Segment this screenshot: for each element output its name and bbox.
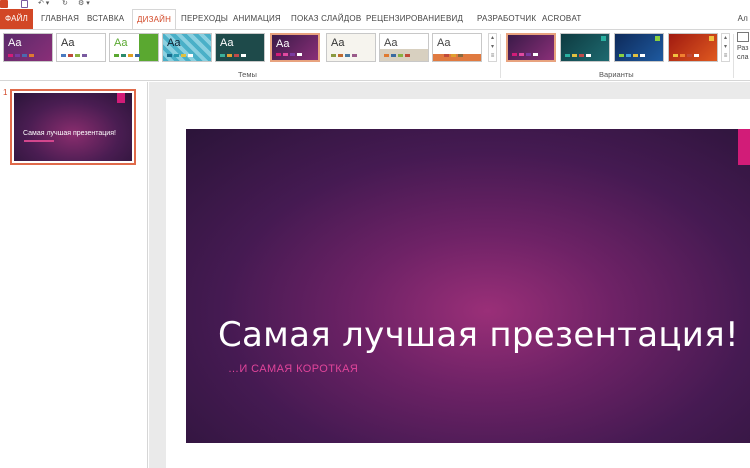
theme-glyph: Aa xyxy=(220,37,234,49)
group-divider xyxy=(500,34,501,78)
themes-group-label: Темы xyxy=(238,70,257,79)
undo-icon[interactable]: ↶ ▾ xyxy=(38,0,49,8)
redo-icon[interactable]: ↻ xyxy=(62,0,68,8)
theme-thumb-3[interactable]: Aa xyxy=(109,33,159,62)
slides-panel: 1 Самая лучшая презентация! xyxy=(0,82,148,468)
tab-design[interactable]: ДИЗАЙН xyxy=(132,9,177,29)
group-divider xyxy=(733,34,734,78)
theme-thumb-8[interactable]: Aa xyxy=(379,33,429,62)
theme-thumb-1[interactable]: Aa xyxy=(3,33,53,62)
theme-glyph: Aa xyxy=(114,37,128,49)
theme-color-bars xyxy=(331,54,357,57)
variant-thumb-3[interactable] xyxy=(614,33,664,62)
tab-acrobat[interactable]: ACROBAT xyxy=(542,9,581,29)
variant-thumb-1-selected[interactable] xyxy=(506,33,556,62)
theme-color-bars xyxy=(437,54,463,57)
theme-glyph: Aa xyxy=(8,37,22,49)
slide-number: 1 xyxy=(3,88,8,97)
theme-thumb-7[interactable]: Aa xyxy=(326,33,376,62)
theme-color-bars xyxy=(167,54,193,57)
variant-corner xyxy=(601,36,606,41)
theme-glyph: Aa xyxy=(61,37,75,49)
ribbon-tabs: ФАЙЛ ГЛАВНАЯ ВСТАВКА ДИЗАЙН ПЕРЕХОДЫ АНИ… xyxy=(0,9,750,29)
variant-thumb-4[interactable] xyxy=(668,33,718,62)
theme-color-bars xyxy=(220,54,246,57)
account-name[interactable]: Ал xyxy=(738,9,748,29)
tab-home[interactable]: ГЛАВНАЯ xyxy=(41,9,79,29)
theme-color-bars xyxy=(384,54,410,57)
slide-size-button[interactable]: Раз сла xyxy=(737,32,750,68)
slide-thumbnail-background: Самая лучшая презентация! xyxy=(14,93,132,161)
tab-transitions[interactable]: ПЕРЕХОДЫ xyxy=(181,9,228,29)
variant-color-bars xyxy=(619,54,645,57)
slide-corner-accent xyxy=(738,129,750,165)
slide-thumbnail-corner xyxy=(117,93,125,103)
customize-toolbar-icon[interactable]: ⚙ ▾ xyxy=(78,0,90,8)
slide-editor: Самая лучшая презентация! …И САМАЯ КОРОТ… xyxy=(149,82,750,468)
save-icon[interactable] xyxy=(21,0,28,8)
theme-color-bars xyxy=(114,54,140,57)
variant-color-bars xyxy=(512,53,538,56)
theme-color-bars xyxy=(61,54,87,57)
slide-subtitle[interactable]: …И САМАЯ КОРОТКАЯ xyxy=(228,363,358,375)
tab-file[interactable]: ФАЙЛ xyxy=(0,9,33,29)
quick-access-toolbar: ↶ ▾ ↻ ⚙ ▾ xyxy=(0,0,750,9)
slide-thumbnail-title: Самая лучшая презентация! xyxy=(23,130,116,137)
variant-color-bars xyxy=(673,54,699,57)
tab-slideshow[interactable]: ПОКАЗ СЛАЙДОВ xyxy=(291,9,361,29)
slide-1[interactable]: Самая лучшая презентация! …И САМАЯ КОРОТ… xyxy=(186,129,750,443)
slide-size-icon xyxy=(737,32,749,42)
theme-glyph: Aa xyxy=(167,37,181,49)
themes-gallery-scroll[interactable]: ▴ ▾ ≡ xyxy=(488,33,497,62)
powerpoint-logo-icon xyxy=(0,0,8,8)
variants-group-label: Варианты xyxy=(599,70,634,79)
slide-size-label: Раз сла xyxy=(737,45,749,61)
theme-color-bars xyxy=(276,53,302,56)
ribbon-design: Aa Aa Aa Aa Aa Aa Aa Aa Aa ▴ ▾ ≡ Темы ▴ … xyxy=(0,29,750,81)
variant-corner xyxy=(655,36,660,41)
theme-thumb-ion-selected[interactable]: Aa xyxy=(270,33,320,62)
variant-corner xyxy=(709,36,714,41)
tab-animation[interactable]: АНИМАЦИЯ xyxy=(233,9,281,29)
slide-canvas: Самая лучшая презентация! …И САМАЯ КОРОТ… xyxy=(166,99,750,468)
tab-insert[interactable]: ВСТАВКА xyxy=(87,9,124,29)
theme-thumb-5[interactable]: Aa xyxy=(215,33,265,62)
theme-thumb-2[interactable]: Aa xyxy=(56,33,106,62)
slide-title[interactable]: Самая лучшая презентация! xyxy=(218,315,739,355)
variants-gallery-scroll[interactable]: ▴ ▾ ≡ xyxy=(721,33,730,62)
tab-developer[interactable]: РАЗРАБОТЧИК xyxy=(477,9,536,29)
theme-glyph: Aa xyxy=(276,38,290,50)
slide-thumbnail-subtitle-line xyxy=(24,140,54,142)
theme-glyph: Aa xyxy=(331,37,345,49)
theme-thumb-4[interactable]: Aa xyxy=(162,33,212,62)
theme-glyph: Aa xyxy=(384,37,398,49)
tab-view[interactable]: ВИД xyxy=(446,9,463,29)
theme-glyph: Aa xyxy=(437,37,451,49)
variant-thumb-2[interactable] xyxy=(560,33,610,62)
tab-review[interactable]: РЕЦЕНЗИРОВАНИЕ xyxy=(366,9,446,29)
slide-thumbnail-1[interactable]: Самая лучшая презентация! xyxy=(10,89,136,165)
variant-color-bars xyxy=(565,54,591,57)
theme-thumb-9[interactable]: Aa xyxy=(432,33,482,62)
theme-color-bars xyxy=(8,54,34,57)
